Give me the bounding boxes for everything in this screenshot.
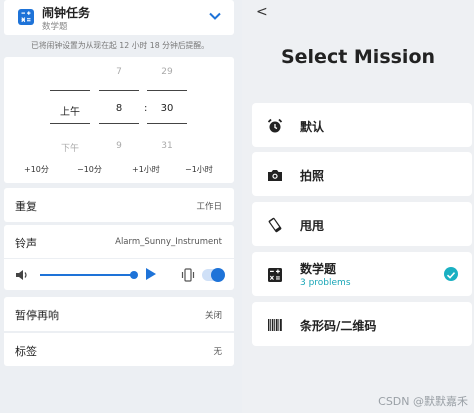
mission-sublabel: 3 problems <box>300 278 351 288</box>
vibrate-icon <box>181 268 195 282</box>
mission-photo[interactable]: 拍照 <box>252 152 472 196</box>
header-title: 闹钟任务 <box>42 6 91 20</box>
watermark: CSDN @默默嘉禾 <box>378 395 468 408</box>
calculator-icon <box>18 9 34 25</box>
mission-shake[interactable]: 甩甩 <box>252 202 472 246</box>
mission-label: 条形码/二维码 <box>300 319 377 333</box>
ampm-below: 下午 <box>60 144 79 154</box>
volume-row <box>4 258 234 290</box>
header-subtitle: 数学题 <box>42 22 68 32</box>
tag-row[interactable]: 标签 无 <box>4 332 234 366</box>
snooze-row[interactable]: 暂停再响 关闭 <box>4 297 234 331</box>
plus-10-min-button[interactable]: +10分 <box>24 164 49 175</box>
tag-label: 标签 <box>15 345 37 358</box>
alarm-clock-icon <box>267 118 283 133</box>
barcode-icon <box>268 319 282 331</box>
page-title: Select Mission <box>280 46 436 68</box>
plus-1-hour-button[interactable]: +1小时 <box>132 164 160 175</box>
speaker-icon <box>16 270 27 280</box>
snooze-label: 暂停再响 <box>15 309 59 322</box>
mission-dropdown[interactable]: 闹钟任务 数学题 <box>4 0 234 35</box>
ringtone-label: 铃声 <box>15 237 37 250</box>
calculator-icon <box>268 268 282 282</box>
picker-divider <box>50 123 90 124</box>
time-picker: 上午 下午 7 8 9 : 29 30 31 +10分 −10分 +1小时 −1… <box>4 57 234 183</box>
vibrate-toggle[interactable] <box>202 268 225 282</box>
hour-current: 8 <box>115 103 123 114</box>
repeat-value: 工作日 <box>196 202 222 212</box>
minus-10-min-button[interactable]: −10分 <box>77 164 102 175</box>
tag-value: 无 <box>213 347 222 357</box>
mission-barcode[interactable]: 条形码/二维码 <box>252 302 472 346</box>
back-button[interactable]: < <box>256 4 268 20</box>
mission-label: 默认 <box>300 120 325 134</box>
snooze-value: 关闭 <box>204 311 222 321</box>
camera-icon <box>268 170 282 181</box>
repeat-row[interactable]: 重复 工作日 <box>4 188 234 222</box>
alarm-hint: 已将闹钟设置为从现在起 12 小时 18 分钟后提醒。 <box>31 41 209 50</box>
minute-below: 31 <box>161 141 173 151</box>
minute-current: 30 <box>160 103 174 114</box>
repeat-label: 重复 <box>15 200 37 213</box>
mission-math[interactable]: 数学题 3 problems <box>252 252 472 296</box>
hour-below: 9 <box>116 141 122 151</box>
hour-above: 7 <box>116 67 122 77</box>
check-icon <box>444 267 458 281</box>
minute-above: 29 <box>161 67 173 77</box>
mission-default[interactable]: 默认 <box>252 103 472 147</box>
ringtone-value: Alarm_Sunny_Instrument <box>115 237 222 247</box>
minus-1-hour-button[interactable]: −1小时 <box>185 164 213 175</box>
picker-divider <box>50 90 90 91</box>
alarm-editor-panel: 闹钟任务 数学题 已将闹钟设置为从现在起 12 小时 18 分钟后提醒。 上午 … <box>0 0 242 413</box>
select-mission-panel: < Select Mission 默认 拍照 甩甩 数学题 3 problems… <box>242 0 474 413</box>
volume-slider-thumb[interactable] <box>130 271 138 279</box>
ampm-current: 上午 <box>60 107 80 118</box>
picker-divider <box>99 123 139 124</box>
picker-divider <box>147 90 187 91</box>
chevron-down-icon[interactable] <box>208 9 222 23</box>
mission-label: 甩甩 <box>300 219 325 233</box>
mission-label: 数学题 <box>300 262 337 276</box>
picker-divider <box>99 90 139 91</box>
toggle-knob <box>211 268 225 282</box>
play-icon[interactable] <box>146 268 156 280</box>
volume-slider[interactable] <box>40 274 134 276</box>
ringtone-row[interactable]: 铃声 Alarm_Sunny_Instrument <box>4 225 234 259</box>
mission-label: 拍照 <box>300 169 325 183</box>
phone-shake-icon <box>268 217 282 233</box>
picker-divider <box>147 123 187 124</box>
